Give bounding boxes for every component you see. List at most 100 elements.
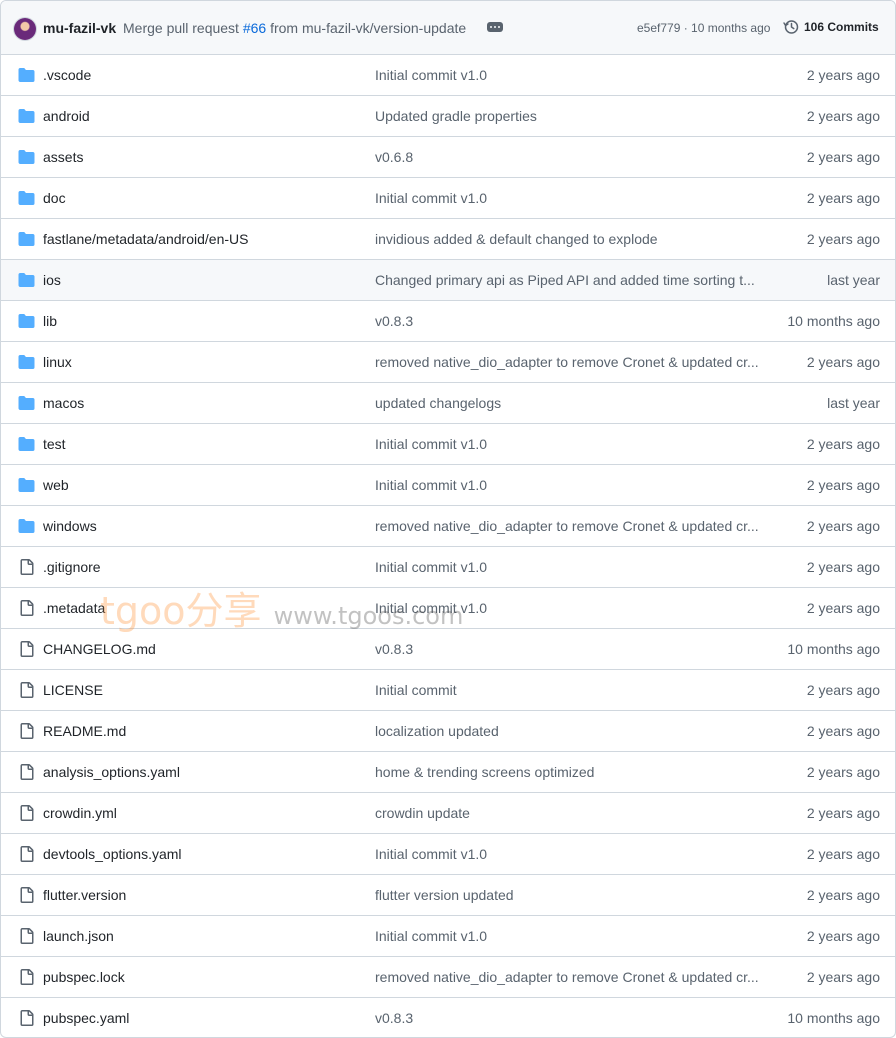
commit-message-link[interactable]: removed native_dio_adapter to remove Cro… xyxy=(375,969,761,985)
folder-icon xyxy=(18,518,35,534)
file-name-link[interactable]: .vscode xyxy=(43,67,91,83)
commit-author-link[interactable]: mu-fazil-vk xyxy=(43,20,116,36)
commit-message-link[interactable]: Initial commit v1.0 xyxy=(375,846,761,862)
file-row[interactable]: pubspec.lock removed native_dio_adapter t… xyxy=(1,957,895,998)
file-name-link[interactable]: crowdin.yml xyxy=(43,805,117,821)
commit-message-prefix[interactable]: Merge pull request xyxy=(123,20,243,36)
file-row[interactable]: LICENSE Initial commit 2 years ago xyxy=(1,670,895,711)
commit-date: last year xyxy=(827,395,880,411)
commit-message-link[interactable]: Initial commit v1.0 xyxy=(375,559,761,575)
file-row[interactable]: CHANGELOG.md v0.8.3 10 months ago xyxy=(1,629,895,670)
file-name-link[interactable]: README.md xyxy=(43,723,126,739)
folder-icon xyxy=(18,272,35,288)
commit-message-link[interactable]: Changed primary api as Piped API and add… xyxy=(375,272,761,288)
commits-count[interactable]: 106 Commits xyxy=(804,20,879,34)
folder-icon xyxy=(18,231,35,247)
file-name-link[interactable]: macos xyxy=(43,395,84,411)
file-row[interactable]: macos updated changelogs last year xyxy=(1,383,895,424)
pull-request-link[interactable]: #66 xyxy=(243,20,266,36)
file-name-link[interactable]: linux xyxy=(43,354,72,370)
ellipsis-icon[interactable] xyxy=(487,22,503,32)
file-name-link[interactable]: fastlane/metadata/android/en-US xyxy=(43,231,248,247)
commit-message-link[interactable]: flutter version updated xyxy=(375,887,761,903)
file-row[interactable]: .metadata Initial commit v1.0 2 years ago xyxy=(1,588,895,629)
file-name-link[interactable]: test xyxy=(43,436,66,452)
commit-message-link[interactable]: Initial commit v1.0 xyxy=(375,67,761,83)
commit-date: 2 years ago xyxy=(806,682,880,698)
folder-icon xyxy=(18,354,35,370)
file-name-link[interactable]: lib xyxy=(43,313,57,329)
file-row[interactable]: devtools_options.yaml Initial commit v1.0… xyxy=(1,834,895,875)
file-name-link[interactable]: pubspec.lock xyxy=(43,969,125,985)
file-name-link[interactable]: launch.json xyxy=(43,928,114,944)
file-name-link[interactable]: .gitignore xyxy=(43,559,101,575)
commit-message-link[interactable]: home & trending screens optimized xyxy=(375,764,761,780)
file-name-link[interactable]: flutter.version xyxy=(43,887,126,903)
file-row[interactable]: crowdin.yml crowdin update 2 years ago xyxy=(1,793,895,834)
commit-date: last year xyxy=(827,272,880,288)
file-row[interactable]: ios Changed primary api as Piped API and … xyxy=(1,260,895,301)
file-row[interactable]: windows removed native_dio_adapter to rem… xyxy=(1,506,895,547)
file-row[interactable]: launch.json Initial commit v1.0 2 years ag… xyxy=(1,916,895,957)
file-name-link[interactable]: analysis_options.yaml xyxy=(43,764,180,780)
commit-message-suffix[interactable]: from mu-fazil-vk/version-update xyxy=(266,20,466,36)
file-row[interactable]: doc Initial commit v1.0 2 years ago xyxy=(1,178,895,219)
file-name-link[interactable]: .metadata xyxy=(43,600,105,616)
file-row[interactable]: web Initial commit v1.0 2 years ago xyxy=(1,465,895,506)
file-row[interactable]: README.md localization updated 2 years ago xyxy=(1,711,895,752)
file-name-link[interactable]: assets xyxy=(43,149,83,165)
file-name-link[interactable]: pubspec.yaml xyxy=(43,1010,129,1026)
commit-message-link[interactable]: Initial commit v1.0 xyxy=(375,190,761,206)
commits-history-link[interactable]: 106 Commits xyxy=(783,19,879,35)
file-browser: mu-fazil-vk Merge pull request #66 from … xyxy=(0,0,896,1038)
file-name-link[interactable]: LICENSE xyxy=(43,682,103,698)
commit-date: 2 years ago xyxy=(806,231,880,247)
commit-message-link[interactable]: crowdin update xyxy=(375,805,761,821)
file-icon xyxy=(18,805,35,821)
file-row[interactable]: test Initial commit v1.0 2 years ago xyxy=(1,424,895,465)
commit-date: 2 years ago xyxy=(806,518,880,534)
commit-message-link[interactable]: Initial commit v1.0 xyxy=(375,928,761,944)
file-name-link[interactable]: android xyxy=(43,108,90,124)
file-row[interactable]: .gitignore Initial commit v1.0 2 years ago xyxy=(1,547,895,588)
file-row[interactable]: analysis_options.yaml home & trending scr… xyxy=(1,752,895,793)
file-row[interactable]: android Updated gradle properties 2 years … xyxy=(1,96,895,137)
file-name-link[interactable]: web xyxy=(43,477,69,493)
file-row[interactable]: fastlane/metadata/android/en-US invidious… xyxy=(1,219,895,260)
file-row[interactable]: flutter.version flutter version updated 2 … xyxy=(1,875,895,916)
commit-message-link[interactable]: Initial commit xyxy=(375,682,761,698)
folder-icon xyxy=(18,149,35,165)
commit-message-link[interactable]: removed native_dio_adapter to remove Cro… xyxy=(375,354,761,370)
commit-date: 2 years ago xyxy=(806,477,880,493)
commit-message-link[interactable]: removed native_dio_adapter to remove Cro… xyxy=(375,518,761,534)
commit-message-link[interactable]: invidious added & default changed to exp… xyxy=(375,231,761,247)
file-name-link[interactable]: devtools_options.yaml xyxy=(43,846,182,862)
file-row[interactable]: .vscode Initial commit v1.0 2 years ago xyxy=(1,55,895,96)
file-row[interactable]: assets v0.6.8 2 years ago xyxy=(1,137,895,178)
commit-message-link[interactable]: v0.6.8 xyxy=(375,149,761,165)
commit-message-link[interactable]: v0.8.3 xyxy=(375,313,761,329)
commit-message-link[interactable]: Initial commit v1.0 xyxy=(375,436,761,452)
commit-date: 2 years ago xyxy=(806,928,880,944)
commit-message-link[interactable]: Initial commit v1.0 xyxy=(375,600,761,616)
commit-message-link[interactable]: Initial commit v1.0 xyxy=(375,477,761,493)
commit-date: 10 months ago xyxy=(787,313,880,329)
commit-message-link[interactable]: localization updated xyxy=(375,723,761,739)
file-name-link[interactable]: CHANGELOG.md xyxy=(43,641,156,657)
commit-sha-time[interactable]: e5ef779 · 10 months ago xyxy=(637,21,770,35)
commit-message[interactable]: Merge pull request #66 from mu-fazil-vk/… xyxy=(123,20,466,36)
commit-message-link[interactable]: updated changelogs xyxy=(375,395,761,411)
commit-date: 2 years ago xyxy=(806,969,880,985)
commit-message-link[interactable]: Updated gradle properties xyxy=(375,108,761,124)
file-row[interactable]: pubspec.yaml v0.8.3 10 months ago xyxy=(1,998,895,1037)
folder-icon xyxy=(18,67,35,83)
commit-message-link[interactable]: v0.8.3 xyxy=(375,1010,761,1026)
file-name-link[interactable]: ios xyxy=(43,272,61,288)
author-avatar[interactable] xyxy=(14,18,36,40)
commit-message-link[interactable]: v0.8.3 xyxy=(375,641,761,657)
file-row[interactable]: linux removed native_dio_adapter to remov… xyxy=(1,342,895,383)
file-name-link[interactable]: doc xyxy=(43,190,66,206)
commit-date: 10 months ago xyxy=(787,1010,880,1026)
file-name-link[interactable]: windows xyxy=(43,518,97,534)
file-row[interactable]: lib v0.8.3 10 months ago xyxy=(1,301,895,342)
